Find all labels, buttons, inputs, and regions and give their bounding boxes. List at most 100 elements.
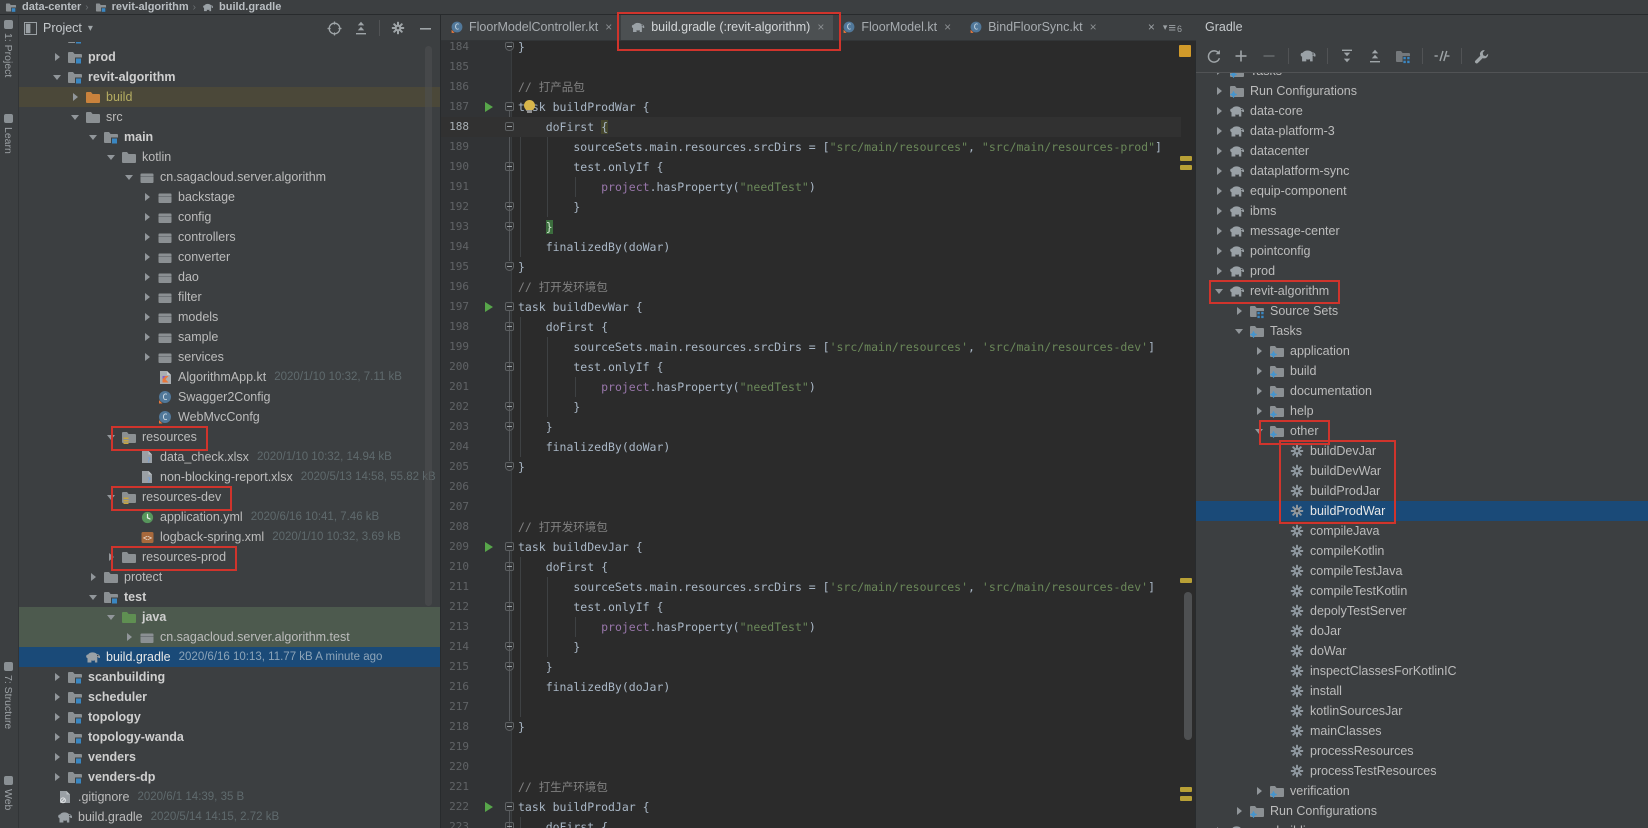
line-number[interactable]: 198: [445, 317, 469, 337]
chevron-expanded-icon[interactable]: [124, 175, 134, 180]
fold-start-icon[interactable]: [505, 362, 514, 371]
fold-start-icon[interactable]: [505, 302, 514, 311]
line-number[interactable]: 190: [445, 157, 469, 177]
stripe-button-learn[interactable]: Learn: [2, 114, 14, 154]
project-tree-item-cn.sagacloud.server.algorithm[interactable]: cn.sagacloud.server.algorithm: [18, 167, 440, 187]
close-icon[interactable]: ×: [944, 20, 951, 34]
gradle-tree-item-equip-component[interactable]: equip-component: [1196, 181, 1648, 201]
code-line-203[interactable]: 203 }: [441, 417, 1181, 437]
line-number[interactable]: 189: [445, 137, 469, 157]
code-line-211[interactable]: 211 sourceSets.main.resources.srcDirs = …: [441, 577, 1181, 597]
chevron-expanded-icon[interactable]: [1254, 429, 1264, 434]
refresh-button[interactable]: [1204, 47, 1222, 65]
editor-tab-floormodelcontroller.kt[interactable]: CFloorModelController.kt×: [441, 14, 621, 40]
chevron-collapsed-icon[interactable]: [142, 333, 152, 341]
chevron-collapsed-icon[interactable]: [1214, 247, 1224, 255]
project-tree-item-non-blocking-report.xlsx[interactable]: ?non-blocking-report.xlsx2020/5/13 14:58…: [18, 467, 440, 487]
chevron-collapsed-icon[interactable]: [88, 573, 98, 581]
project-scrollbar[interactable]: [425, 46, 432, 606]
close-icon[interactable]: ×: [605, 20, 612, 34]
breadcrumb-item-build.gradle[interactable]: build.gradle: [200, 1, 281, 14]
project-tree-item-application.yml[interactable]: application.yml2020/6/16 10:41, 7.46 kB: [18, 507, 440, 527]
code-line-205[interactable]: 205}: [441, 457, 1181, 477]
code-line-207[interactable]: 207: [441, 497, 1181, 517]
chevron-collapsed-icon[interactable]: [1214, 187, 1224, 195]
fold-start-icon[interactable]: [505, 102, 514, 111]
line-number[interactable]: 220: [445, 757, 469, 777]
project-tree-item-scheduler[interactable]: scheduler: [18, 687, 440, 707]
gradle-tree-item-builddevjar[interactable]: buildDevJar: [1196, 441, 1648, 461]
code-line-222[interactable]: 222task buildProdJar {: [441, 797, 1181, 817]
chevron-collapsed-icon[interactable]: [142, 213, 152, 221]
project-tree-item-venders[interactable]: venders: [18, 747, 440, 767]
chevron-collapsed-icon[interactable]: [52, 773, 62, 781]
project-tree-item-models[interactable]: models: [18, 307, 440, 327]
code-line-209[interactable]: 209task buildDevJar {: [441, 537, 1181, 557]
stripe-button-1-project[interactable]: 1: Project: [2, 20, 14, 77]
gradle-tree-item-buildprodwar[interactable]: buildProdWar: [1196, 501, 1648, 521]
chevron-collapsed-icon[interactable]: [142, 233, 152, 241]
code-line-190[interactable]: 190 test.onlyIf {: [441, 157, 1181, 177]
project-tree-item-build.gradle[interactable]: build.gradle2020/6/16 10:13, 11.77 kB A …: [18, 647, 440, 667]
chevron-collapsed-icon[interactable]: [52, 693, 62, 701]
line-number[interactable]: 217: [445, 697, 469, 717]
line-number[interactable]: 200: [445, 357, 469, 377]
chevron-expanded-icon[interactable]: [106, 155, 116, 160]
code-line-204[interactable]: 204 finalizedBy(doWar): [441, 437, 1181, 457]
line-number[interactable]: 196: [445, 277, 469, 297]
add-button[interactable]: [1232, 47, 1250, 65]
chevron-collapsed-icon[interactable]: [52, 713, 62, 721]
line-number[interactable]: 188: [445, 117, 469, 137]
project-tree-item-config[interactable]: config: [18, 207, 440, 227]
chevron-collapsed-icon[interactable]: [1214, 87, 1224, 95]
gradle-tree-item-source-sets[interactable]: Source Sets: [1196, 301, 1648, 321]
line-number[interactable]: 194: [445, 237, 469, 257]
editor-tab-build.gradle-revit-algorithm-[interactable]: build.gradle (:revit-algorithm)×: [621, 14, 833, 40]
fold-start-icon[interactable]: [505, 322, 514, 331]
gradle-tree-item-ibms[interactable]: ibms: [1196, 201, 1648, 221]
chevron-expanded-icon[interactable]: [88, 595, 98, 600]
run-elephant-button[interactable]: [1299, 47, 1317, 65]
run-task-icon[interactable]: [485, 802, 493, 812]
line-number[interactable]: 202: [445, 397, 469, 417]
collapse-all-button[interactable]: [1366, 47, 1384, 65]
chevron-collapsed-icon[interactable]: [1254, 387, 1264, 395]
gradle-tree-item-compilekotlin[interactable]: compileKotlin: [1196, 541, 1648, 561]
code-line-197[interactable]: 197task buildDevWar {: [441, 297, 1181, 317]
gradle-tree-item-install[interactable]: install: [1196, 681, 1648, 701]
gradle-tree-item-documentation[interactable]: documentation: [1196, 381, 1648, 401]
project-tree-item-controllers[interactable]: controllers: [18, 227, 440, 247]
project-tree-item-backstage[interactable]: backstage: [18, 187, 440, 207]
settings-button[interactable]: [389, 19, 407, 37]
line-number[interactable]: 214: [445, 637, 469, 657]
code-line-220[interactable]: 220: [441, 757, 1181, 777]
close-icon[interactable]: ×: [1090, 20, 1097, 34]
line-number[interactable]: 221: [445, 777, 469, 797]
project-tree-item-data-check.xlsx[interactable]: ?data_check.xlsx2020/1/10 10:32, 14.94 k…: [18, 447, 440, 467]
chevron-expanded-icon[interactable]: [106, 495, 116, 500]
gradle-tree-item-depolytestserver[interactable]: depolyTestServer: [1196, 601, 1648, 621]
code-line-198[interactable]: 198 doFirst {: [441, 317, 1181, 337]
project-tree-item-revit-algorithm[interactable]: revit-algorithm: [18, 67, 440, 87]
extra-tab-close-icon[interactable]: ×: [1148, 20, 1155, 34]
chevron-collapsed-icon[interactable]: [52, 53, 62, 61]
project-tree-item-swagger2config[interactable]: CSwagger2Config: [18, 387, 440, 407]
chevron-collapsed-icon[interactable]: [1214, 107, 1224, 115]
wrench-button[interactable]: [1472, 47, 1490, 65]
chevron-collapsed-icon[interactable]: [142, 293, 152, 301]
chevron-collapsed-icon[interactable]: [1214, 227, 1224, 235]
chevron-collapsed-icon[interactable]: [1214, 147, 1224, 155]
code-line-208[interactable]: 208// 打开发环境包: [441, 517, 1181, 537]
fold-start-icon[interactable]: [505, 162, 514, 171]
line-number[interactable]: 186: [445, 77, 469, 97]
code-line-216[interactable]: 216 finalizedBy(doJar): [441, 677, 1181, 697]
code-line-206[interactable]: 206: [441, 477, 1181, 497]
code-line-202[interactable]: 202 }: [441, 397, 1181, 417]
code-line-185[interactable]: 185: [441, 57, 1181, 77]
project-tree-item-cn.sagacloud.server.algorithm.test[interactable]: cn.sagacloud.server.algorithm.test: [18, 627, 440, 647]
code-line-214[interactable]: 214 }: [441, 637, 1181, 657]
gradle-tree-item-kotlinsourcesjar[interactable]: kotlinSourcesJar: [1196, 701, 1648, 721]
code-line-217[interactable]: 217: [441, 697, 1181, 717]
fold-start-icon[interactable]: [505, 122, 514, 131]
run-task-icon[interactable]: [485, 542, 493, 552]
